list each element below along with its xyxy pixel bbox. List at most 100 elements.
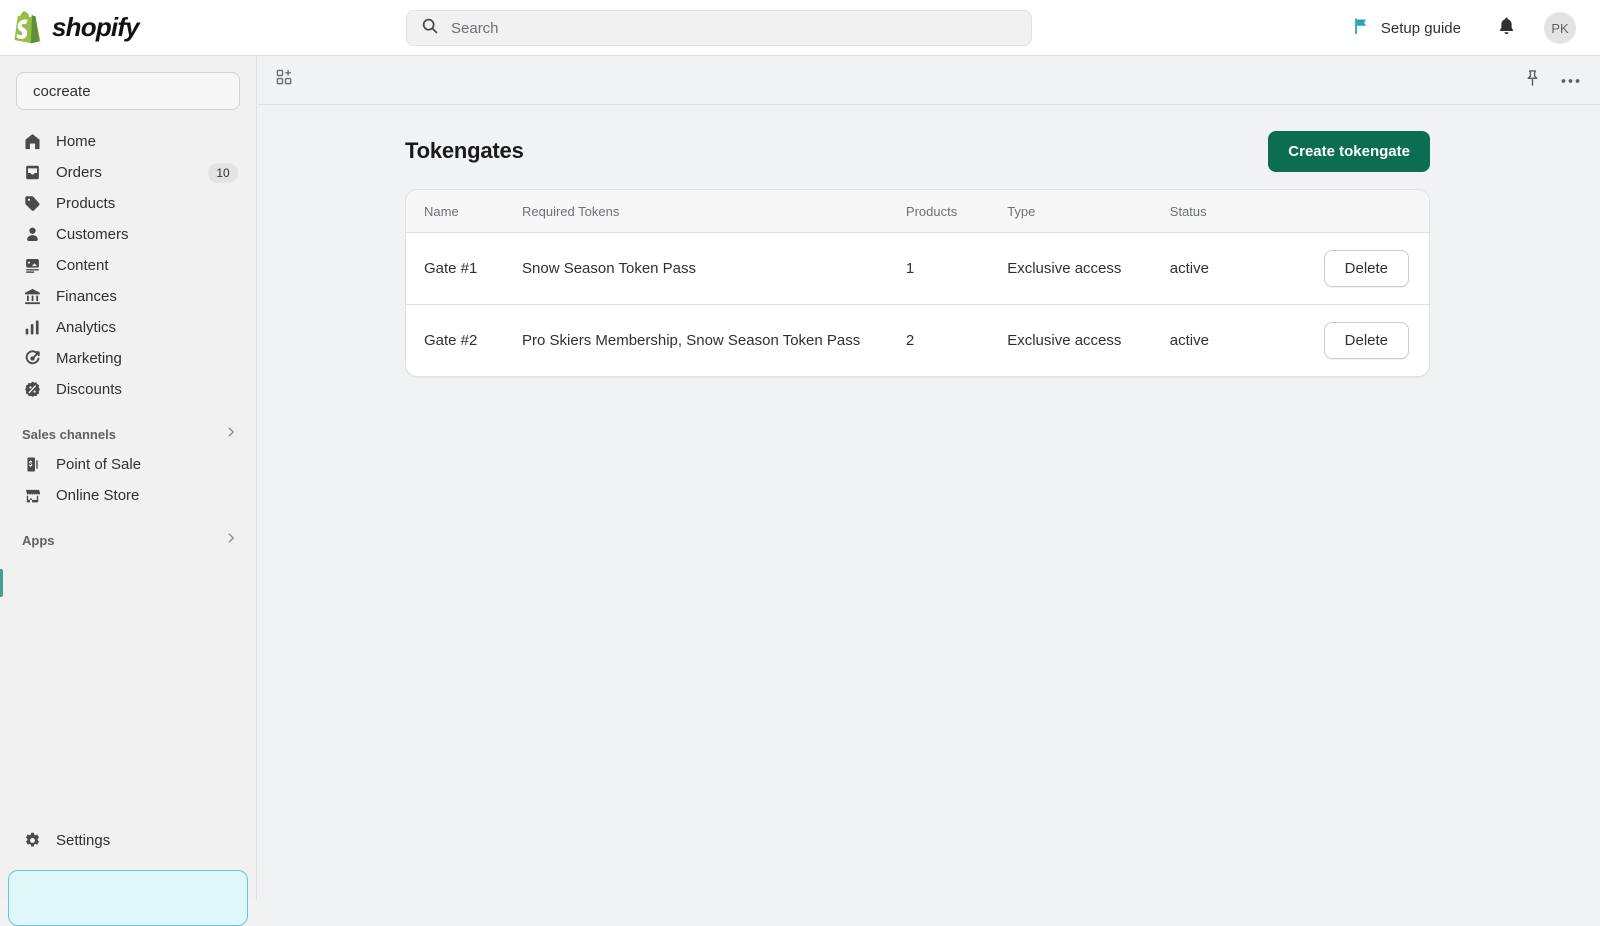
notifications-button[interactable] <box>1491 10 1522 47</box>
app-frame-actions <box>1524 69 1580 92</box>
shopify-logo[interactable]: shopify <box>14 11 140 44</box>
top-bar-actions: Setup guide PK <box>1345 0 1582 56</box>
sidebar-item-label: Orders <box>56 164 102 181</box>
ellipsis-horizontal-icon <box>1561 71 1580 89</box>
main-content: Tokengates Create tokengate Name Require… <box>258 105 1600 900</box>
sidebar-section-sales-channels[interactable]: Sales channels <box>8 419 248 449</box>
point-of-sale-icon <box>22 455 42 475</box>
create-tokengate-button[interactable]: Create tokengate <box>1268 130 1430 172</box>
table-row[interactable]: Gate #1 Snow Season Token Pass 1 Exclusi… <box>406 232 1429 305</box>
discount-percent-icon <box>22 380 42 400</box>
cell-type: Exclusive access <box>1007 332 1122 349</box>
store-switcher[interactable]: cocreate <box>16 72 240 110</box>
sidebar-item-analytics[interactable]: Analytics <box>8 312 248 343</box>
flag-icon <box>1353 17 1370 40</box>
chevron-right-icon <box>224 425 238 444</box>
storefront-icon <box>22 486 42 506</box>
sidebar-item-discounts[interactable]: Discounts <box>8 374 248 405</box>
sidebar-item-customers[interactable]: Customers <box>8 219 248 250</box>
column-header-products: Products <box>905 190 1008 233</box>
sidebar-item-label: Point of Sale <box>56 456 142 473</box>
bank-icon <box>22 287 42 307</box>
sidebar-item-label: Content <box>56 257 109 274</box>
sidebar-item-label: Discounts <box>56 381 122 398</box>
column-header-actions <box>1255 190 1429 233</box>
active-app-accent-bar <box>0 569 3 597</box>
section-title: Sales channels <box>22 426 116 442</box>
sidebar-section-apps[interactable]: Apps <box>8 525 248 555</box>
pin-button[interactable] <box>1524 69 1541 92</box>
sidebar-item-label: Analytics <box>56 319 117 336</box>
content-image-icon <box>22 256 42 276</box>
megaphone-target-icon <box>22 349 42 369</box>
tag-icon <box>22 194 42 214</box>
more-options-button[interactable] <box>1561 71 1580 89</box>
app-frame-header <box>258 56 1600 105</box>
page-title: Tokengates <box>405 138 524 163</box>
cell-type: Exclusive access <box>1007 232 1170 305</box>
sidebar: cocreate Home Orders 10 Products Custome… <box>0 56 257 926</box>
page-header: Tokengates Create tokengate <box>405 127 1430 175</box>
avatar-initials: PK <box>1551 20 1569 36</box>
cell-products: 1 <box>905 232 1008 305</box>
store-name: cocreate <box>33 82 91 100</box>
search-placeholder: Search <box>451 19 499 37</box>
grid-plus-icon <box>276 69 293 91</box>
sidebar-item-online-store[interactable]: Online Store <box>8 480 248 511</box>
person-icon <box>22 225 42 245</box>
search-icon <box>421 17 439 40</box>
sidebar-item-point-of-sale[interactable]: Point of Sale <box>8 449 248 480</box>
orders-inbox-icon <box>22 163 42 183</box>
sidebar-item-home[interactable]: Home <box>8 126 248 157</box>
sidebar-bottom-card[interactable] <box>8 870 248 926</box>
sidebar-item-marketing[interactable]: Marketing <box>8 343 248 374</box>
orders-badge: 10 <box>208 162 238 183</box>
sidebar-item-content[interactable]: Content <box>8 250 248 281</box>
bell-icon <box>1497 16 1516 41</box>
cell-name: Gate #2 <box>424 332 478 349</box>
sidebar-item-label: Products <box>56 195 116 212</box>
cell-name: Gate #1 <box>406 232 523 305</box>
sidebar-item-label: Marketing <box>56 350 122 367</box>
sidebar-nav: Home Orders 10 Products Customers Conten… <box>0 126 256 555</box>
cell-status: active <box>1169 332 1209 349</box>
section-title: Apps <box>22 532 55 548</box>
sidebar-item-label: Online Store <box>56 487 140 504</box>
pin-icon <box>1524 69 1541 92</box>
delete-button[interactable]: Delete <box>1323 322 1409 359</box>
table-body: Gate #1 Snow Season Token Pass 1 Exclusi… <box>406 232 1429 377</box>
home-icon <box>22 132 42 152</box>
cell-actions: Delete <box>1255 232 1429 305</box>
sidebar-item-finances[interactable]: Finances <box>8 281 248 312</box>
sidebar-item-products[interactable]: Products <box>8 188 248 219</box>
column-header-name: Name <box>406 190 523 233</box>
tokengates-card: Name Required Tokens Products Type Statu… <box>405 189 1430 377</box>
sidebar-item-orders[interactable]: Orders 10 <box>8 157 248 188</box>
table-row[interactable]: Gate #2 Pro Skiers Membership, Snow Seas… <box>406 305 1429 377</box>
avatar[interactable]: PK <box>1544 12 1576 44</box>
column-header-type: Type <box>1007 190 1170 233</box>
top-bar: shopify Search Setup guide PK <box>0 0 1600 56</box>
cell-tokens: Pro Skiers Membership, Snow Season Token… <box>522 332 861 349</box>
setup-guide-label: Setup guide <box>1380 19 1461 37</box>
sidebar-item-settings[interactable]: Settings <box>8 825 249 856</box>
tokengates-table: Name Required Tokens Products Type Statu… <box>406 190 1429 376</box>
gear-icon <box>22 831 42 851</box>
bar-chart-icon <box>22 318 42 338</box>
cell-products: 2 <box>905 332 915 349</box>
setup-guide-button[interactable]: Setup guide <box>1345 11 1469 46</box>
sidebar-settings-row: Settings <box>0 825 257 856</box>
delete-button[interactable]: Delete <box>1323 250 1409 287</box>
sidebar-item-label: Customers <box>56 226 129 243</box>
sidebar-item-label: Home <box>56 133 97 150</box>
shopify-bag-icon <box>14 11 44 44</box>
cell-tokens: Snow Season Token Pass <box>522 232 906 305</box>
apps-button[interactable] <box>276 69 293 91</box>
column-header-tokens: Required Tokens <box>522 190 906 233</box>
table-head: Name Required Tokens Products Type Statu… <box>406 190 1429 233</box>
search-input[interactable]: Search <box>406 10 1032 46</box>
table-header-row: Name Required Tokens Products Type Statu… <box>406 190 1429 233</box>
column-header-status: Status <box>1169 190 1256 233</box>
